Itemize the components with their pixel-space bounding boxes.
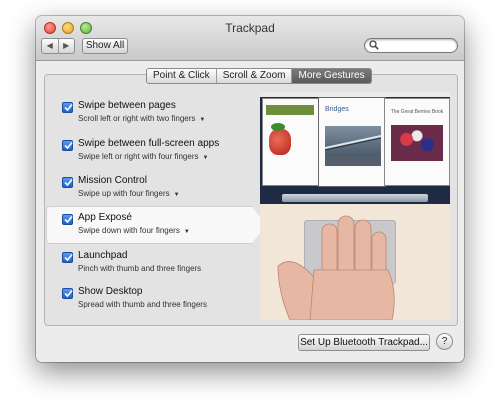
dropdown-caret-icon: ▼: [199, 117, 206, 123]
swipe-between-pages-checkbox[interactable]: [62, 102, 73, 113]
dropdown-caret-icon: ▼: [202, 155, 209, 161]
hand-gesture-image: [277, 215, 395, 320]
title-bar: Trackpad ◀ ▶ Show All: [36, 16, 464, 61]
gesture-title: Swipe between full-screen apps: [78, 138, 220, 149]
gesture-subtitle: Swipe up with four fingers: [78, 189, 170, 198]
gesture-subtitle: Swipe down with four fingers: [78, 226, 180, 235]
checkmark-icon: [64, 215, 73, 224]
tab-scroll-and-zoom[interactable]: Scroll & Zoom: [215, 69, 292, 83]
gesture-title: Launchpad: [78, 250, 128, 261]
gesture-title: Mission Control: [78, 175, 147, 186]
gesture-swipe-between-pages[interactable]: Swipe between pages Scroll left or right…: [50, 98, 250, 132]
help-button[interactable]: ?: [436, 333, 453, 350]
checkmark-icon: [64, 178, 73, 187]
gesture-subtitle: Swipe left or right with four fingers: [78, 152, 199, 161]
gesture-preview-video: Bridges The Great Berries Book: [260, 92, 450, 320]
tab-point-and-click[interactable]: Point & Click: [147, 69, 216, 83]
trackpad-preferences-window: Trackpad ◀ ▶ Show All Point & Click Scro…: [36, 16, 464, 362]
window-title: Trackpad: [225, 21, 275, 35]
dropdown-caret-icon: ▼: [173, 192, 180, 198]
forward-button[interactable]: ▶: [57, 39, 75, 53]
checkmark-icon: [64, 253, 73, 262]
gesture-title: Swipe between pages: [78, 100, 176, 111]
gesture-mission-control[interactable]: Mission Control Swipe up with four finge…: [50, 173, 250, 207]
back-forward-control: ◀ ▶: [41, 38, 75, 54]
swipe-between-full-screen-apps-checkbox[interactable]: [62, 140, 73, 151]
dropdown-caret-icon: ▼: [183, 229, 190, 235]
gesture-subtitle: Spread with thumb and three fingers: [78, 300, 207, 309]
gesture-show-desktop[interactable]: Show Desktop Spread with thumb and three…: [50, 284, 250, 318]
checkmark-icon: [64, 103, 73, 112]
mission-control-checkbox[interactable]: [62, 177, 73, 188]
gesture-title: App Exposé: [78, 212, 132, 223]
app-expose-checkbox[interactable]: [62, 214, 73, 225]
gesture-swipe-between-full-screen-apps[interactable]: Swipe between full-screen apps Swipe lef…: [50, 136, 250, 170]
search-field[interactable]: [364, 38, 458, 53]
gesture-launchpad[interactable]: Launchpad Pinch with thumb and three fin…: [50, 248, 250, 282]
launchpad-checkbox[interactable]: [62, 252, 73, 263]
checkmark-icon: [64, 289, 73, 298]
show-desktop-checkbox[interactable]: [62, 288, 73, 299]
tab-more-gestures[interactable]: More Gestures: [291, 69, 371, 83]
gesture-subtitle: Scroll left or right with two fingers: [78, 114, 196, 123]
search-icon: [369, 40, 379, 50]
tab-bar: Point & Click Scroll & Zoom More Gesture…: [146, 68, 372, 84]
gesture-subtitle-dropdown[interactable]: Swipe down with four fingers ▼: [78, 226, 190, 235]
gesture-subtitle-dropdown[interactable]: Scroll left or right with two fingers ▼: [78, 114, 205, 123]
gesture-subtitle: Pinch with thumb and three fingers: [78, 264, 202, 273]
show-all-button[interactable]: Show All: [82, 38, 128, 54]
gesture-app-expose[interactable]: App Exposé Swipe down with four fingers ▼: [50, 210, 250, 244]
back-button[interactable]: ◀: [42, 39, 58, 53]
checkmark-icon: [64, 141, 73, 150]
setup-bluetooth-trackpad-button[interactable]: Set Up Bluetooth Trackpad...: [298, 334, 430, 351]
gesture-subtitle-dropdown[interactable]: Swipe up with four fingers ▼: [78, 189, 180, 198]
gesture-subtitle-dropdown[interactable]: Swipe left or right with four fingers ▼: [78, 152, 208, 161]
gesture-title: Show Desktop: [78, 286, 143, 297]
